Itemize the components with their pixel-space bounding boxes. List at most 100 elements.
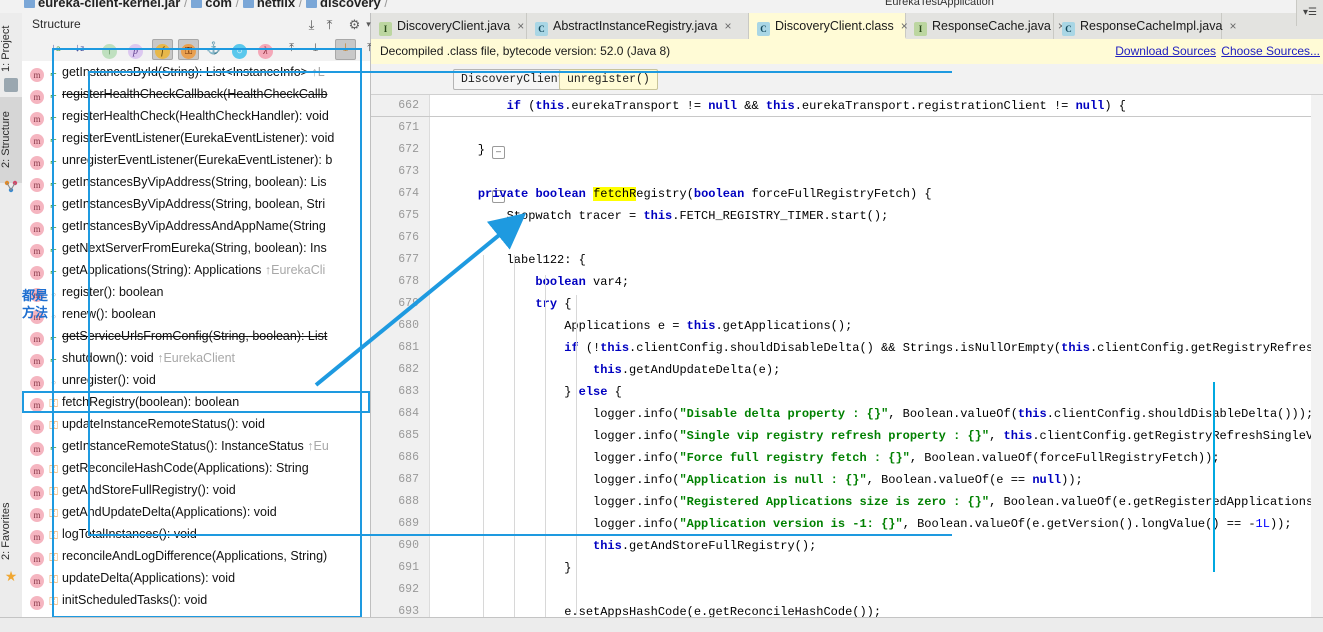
collapse-all-tree-icon[interactable]: ⤓	[306, 39, 325, 58]
method-icon: m	[30, 134, 44, 148]
visibility-pub-icon: ⌐	[50, 354, 57, 366]
show-anonymous-classes-icon[interactable]: ⚓	[204, 39, 223, 58]
download-sources-link[interactable]: Download Sources	[1115, 44, 1216, 58]
expand-all-icon[interactable]: ⤓	[304, 17, 319, 32]
editor-scrollbar[interactable]	[1311, 95, 1323, 631]
sort-alphabetically-icon[interactable]: ↓z	[70, 39, 89, 58]
structure-item-15[interactable]: m ⚿ fetchRegistry(boolean): boolean	[22, 391, 370, 413]
breadcrumb-item-2[interactable]: netflix	[257, 0, 295, 10]
structure-item-18[interactable]: m ⚿ getReconcileHashCode(Applications): St…	[22, 457, 370, 479]
editor-tab-3[interactable]: IResponseCache.java×	[906, 13, 1065, 39]
expand-all-tree-icon[interactable]: ⤒	[282, 39, 301, 58]
structure-item-label: getInstancesByVipAddressAndAppName(Strin…	[62, 219, 326, 233]
code-line-662: if (this.eurekaTransport != null && this…	[506, 99, 1126, 113]
show-functional-expressions-icon[interactable]: ○	[230, 39, 249, 59]
tab-list-dropdown-icon[interactable]: ▾☰	[1296, 0, 1323, 26]
class-icon: C	[535, 22, 548, 36]
code-line-679: try {	[535, 297, 572, 311]
chip-unregister[interactable]: unregister()	[559, 69, 658, 90]
show-inherited-icon[interactable]: ↑	[100, 39, 119, 59]
structure-item-20[interactable]: m ⚿ getAndUpdateDelta(Applications): void	[22, 501, 370, 523]
structure-item-0[interactable]: m ⌐ getInstancesById(String): List<Instanc…	[22, 61, 370, 83]
structure-item-label: initScheduledTasks(): void	[62, 593, 208, 607]
method-icon: m	[30, 442, 44, 456]
autoscroll-to-source-icon[interactable]: ⤓	[335, 39, 356, 60]
structure-item-7[interactable]: m ⌐ getInstancesByVipAddressAndAppName(Str…	[22, 215, 370, 237]
sidebar-tab-structure[interactable]: 2: Structure	[0, 97, 22, 183]
method-icon: m	[30, 376, 44, 390]
visibility-pub-icon: ⌐	[50, 442, 57, 454]
structure-item-5[interactable]: m ⌐ getInstancesByVipAddress(String, boole…	[22, 171, 370, 193]
structure-item-label: getApplications(String): Applications	[62, 263, 262, 277]
structure-item-2[interactable]: m ⌐ registerHealthCheck(HealthCheckHandler…	[22, 105, 370, 127]
structure-item-23[interactable]: m ⚿ updateDelta(Applications): void	[22, 567, 370, 589]
breadcrumb-sep-2: /	[298, 0, 303, 10]
breadcrumb-item-0[interactable]: eureka-client-kernel.jar	[38, 0, 180, 10]
editor-gutter[interactable]: 662 671 672 673 674 675 676 677 678 679 680 681 682 6…	[371, 95, 430, 631]
structure-item-11[interactable]: m ○ renew(): boolean	[22, 303, 370, 325]
run-config-selector[interactable]: EurekaTestApplication	[885, 0, 994, 8]
structure-item-9[interactable]: m ⌐ getApplications(String): Applications …	[22, 259, 370, 281]
structure-item-label: shutdown(): void	[62, 351, 154, 365]
sort-by-visibility-icon[interactable]: ↓a	[46, 39, 65, 58]
show-properties-icon[interactable]: p	[126, 39, 145, 59]
line-number: 692	[398, 583, 419, 596]
structure-item-13[interactable]: m ⌐ shutdown(): void ↑EurekaClient	[22, 347, 370, 369]
choose-sources-link[interactable]: Choose Sources...	[1221, 44, 1323, 58]
settings-gear-icon[interactable]: ⚙	[347, 17, 362, 32]
breadcrumb[interactable]: eureka-client-kernel.jar / com / netflix…	[24, 0, 388, 10]
editor-tab-0[interactable]: I DiscoveryClient.java ×	[371, 13, 527, 39]
visibility-priv-icon: ⚿	[49, 530, 58, 542]
structure-item-owner: ↑EurekaClient	[153, 351, 236, 365]
close-icon[interactable]: ×	[1229, 19, 1236, 33]
code-text-area[interactable]: if (this.eurekaTransport != null && this…	[449, 95, 1323, 631]
breadcrumb-item-3[interactable]: discovery	[320, 0, 381, 10]
structure-item-10[interactable]: m ○ register(): boolean	[22, 281, 370, 303]
chip-discoveryclient[interactable]: DiscoveryClient	[453, 69, 573, 90]
structure-item-4[interactable]: m ⌐ unregisterEventListener(EurekaEventLis…	[22, 149, 370, 171]
structure-item-label: logTotalInstances(): void	[62, 527, 197, 541]
structure-member-list[interactable]: m ⌐ getInstancesById(String): List<Instanc…	[22, 61, 370, 617]
method-icon: m	[30, 244, 44, 258]
visibility-pub-icon: ⌐	[50, 244, 57, 256]
structure-item-24[interactable]: m ⚿ initScheduledTasks(): void	[22, 589, 370, 611]
sidebar-tab-favorites[interactable]: 2: Favorites	[0, 489, 22, 573]
show-lambdas-icon[interactable]: λ	[256, 39, 275, 59]
collapse-all-icon[interactable]: ⤒	[322, 17, 337, 32]
close-icon[interactable]: ×	[517, 19, 524, 33]
line-number: 662	[398, 99, 419, 112]
structure-item-21[interactable]: m ⚿ logTotalInstances(): void	[22, 523, 370, 545]
editor-fold-gutter[interactable]: – –	[430, 95, 505, 631]
structure-item-label: updateInstanceRemoteStatus(): void	[62, 417, 265, 431]
breadcrumb-sep-1: /	[235, 0, 240, 10]
sidebar-tab-project[interactable]: 1: Project	[0, 15, 22, 83]
structure-item-3[interactable]: m ⌐ registerEventListener(EurekaEventListe…	[22, 127, 370, 149]
method-icon: m	[30, 90, 44, 104]
editor-tab-4[interactable]: C ResponseCacheImpl.java ×	[1054, 13, 1236, 39]
structure-item-6[interactable]: m ⌐ getInstancesByVipAddress(String, boole…	[22, 193, 370, 215]
show-fields-icon[interactable]: f	[152, 39, 173, 60]
method-icon: m	[30, 530, 44, 544]
line-number: 678	[398, 275, 419, 288]
structure-item-19[interactable]: m ⚿ getAndStoreFullRegistry(): void	[22, 479, 370, 501]
structure-item-16[interactable]: m ⚿ updateInstanceRemoteStatus(): void	[22, 413, 370, 435]
indent-guide	[576, 295, 577, 615]
editor-tab-1[interactable]: C AbstractInstanceRegistry.java ×	[527, 13, 749, 39]
code-line-683: } else {	[564, 385, 622, 399]
structure-item-22[interactable]: m ⚿ reconcileAndLogDifference(Applications…	[22, 545, 370, 567]
editor-tab-2[interactable]: C DiscoveryClient.class ×	[749, 13, 908, 39]
close-icon[interactable]: ×	[724, 19, 731, 33]
breadcrumb-item-1[interactable]: com	[205, 0, 232, 10]
show-non-public-icon[interactable]: ⚿	[178, 39, 199, 60]
code-editor[interactable]: 662 671 672 673 674 675 676 677 678 679 680 681 682 6…	[371, 95, 1323, 631]
structure-item-14[interactable]: m ○ unregister(): void	[22, 369, 370, 391]
code-line-685: logger.info("Single vip registry refresh…	[449, 429, 1323, 443]
visibility-pub-icon: ⌐	[50, 68, 57, 80]
structure-item-1[interactable]: m ⌐ registerHealthCheckCallback(HealthChec…	[22, 83, 370, 105]
structure-item-12[interactable]: m ⌐ getServiceUrlsFromConfig(String, boole…	[22, 325, 370, 347]
structure-item-17[interactable]: m ⌐ getInstanceRemoteStatus(): InstanceSta…	[22, 435, 370, 457]
package-icon-0	[191, 0, 203, 8]
visibility-pub-icon: ⌐	[50, 178, 57, 190]
structure-item-8[interactable]: m ⌐ getNextServerFromEureka(String, boolea…	[22, 237, 370, 259]
method-icon: m	[30, 200, 44, 214]
